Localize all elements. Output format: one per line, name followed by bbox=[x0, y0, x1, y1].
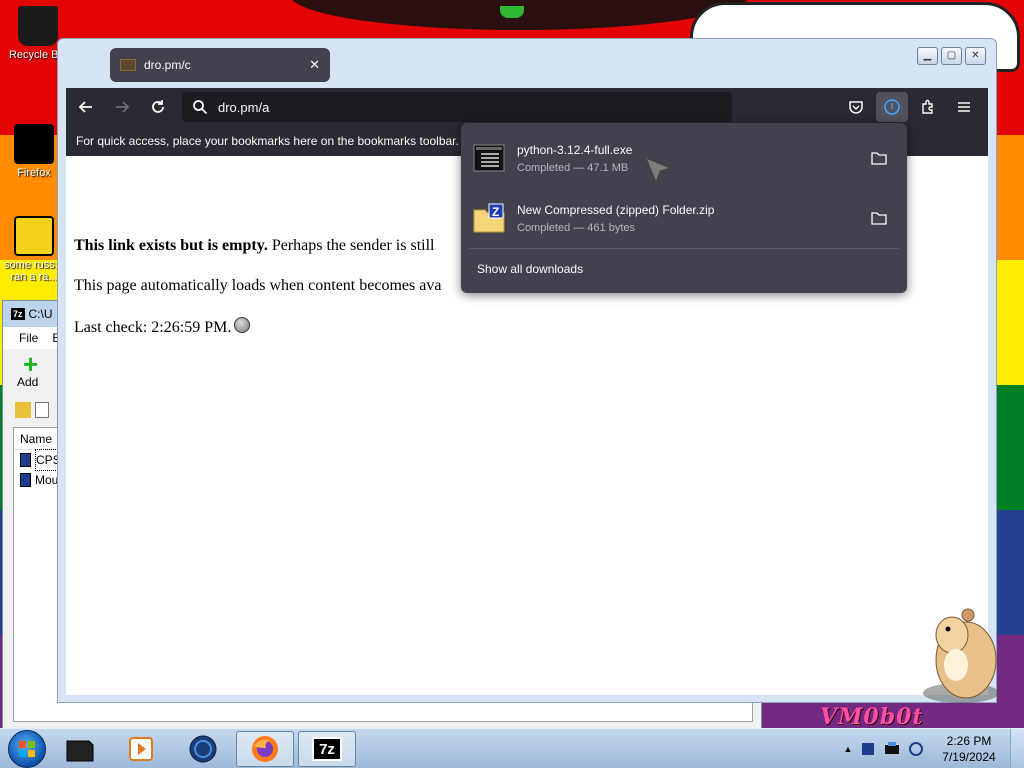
sevenzip-app-icon: 7z bbox=[11, 308, 25, 320]
taskbar-firefox[interactable] bbox=[236, 730, 294, 767]
panel-separator bbox=[469, 248, 899, 249]
url-bar[interactable]: dro.pm/a bbox=[182, 92, 732, 122]
hamburger-menu-icon bbox=[958, 102, 970, 112]
menu-button[interactable] bbox=[948, 92, 980, 122]
shortcut-file-icon bbox=[14, 216, 54, 256]
downloads-button[interactable] bbox=[876, 92, 908, 122]
toolbar-right bbox=[840, 92, 980, 122]
exe-file-icon bbox=[473, 144, 505, 172]
bookmarks-hint: For quick access, place your bookmarks h… bbox=[76, 134, 459, 148]
clock-date: 7/19/2024 bbox=[942, 749, 996, 764]
reload-button[interactable] bbox=[142, 91, 174, 123]
taskbar-media-player[interactable] bbox=[112, 731, 170, 767]
taskbar-terminal[interactable] bbox=[50, 731, 108, 767]
download-item[interactable]: Z New Compressed (zipped) Folder.zip Com… bbox=[469, 191, 899, 245]
search-icon bbox=[193, 100, 208, 115]
taskbar-7zip[interactable]: 7z bbox=[298, 730, 356, 767]
tab-close-icon[interactable]: ✕ bbox=[309, 57, 320, 73]
taskbar: 7z ▲ 2:26 PM 7/19/2024 bbox=[0, 728, 1024, 768]
loading-spinner-icon bbox=[234, 317, 251, 333]
back-button[interactable] bbox=[70, 91, 102, 123]
sevenzip-title: C:\U bbox=[28, 307, 53, 321]
close-window-button[interactable]: ✕ bbox=[965, 47, 986, 65]
puzzle-icon bbox=[922, 99, 933, 114]
globe-icon bbox=[189, 735, 217, 762]
download-status: Completed — 461 bytes bbox=[517, 221, 636, 234]
download-item[interactable]: python-3.12.4-full.exe Completed — 47.1 … bbox=[469, 131, 899, 185]
taskbar-clock[interactable]: 2:26 PM 7/19/2024 bbox=[928, 733, 1010, 765]
hamster-mascot-icon bbox=[923, 608, 999, 703]
open-folder-button[interactable] bbox=[865, 204, 893, 232]
zip-folder-icon: Z bbox=[473, 203, 505, 233]
downloads-progress-icon bbox=[884, 99, 900, 115]
open-folder-button[interactable] bbox=[865, 144, 893, 172]
action-center-icon[interactable] bbox=[859, 740, 877, 758]
firefox-icon bbox=[14, 124, 54, 164]
windows-logo-icon bbox=[19, 740, 35, 757]
system-tray: ▲ 2:26 PM 7/19/2024 bbox=[840, 728, 1024, 768]
page-line-last-check: Last check: 2:26:59 PM. bbox=[74, 317, 251, 337]
menu-file[interactable]: File bbox=[19, 331, 38, 345]
back-arrow-icon bbox=[78, 101, 92, 113]
add-plus-icon: + bbox=[23, 349, 39, 379]
folder-icon bbox=[871, 212, 887, 225]
forward-button[interactable] bbox=[106, 91, 138, 123]
last-check-text: Last check: 2:26:59 PM. bbox=[74, 319, 232, 336]
extensions-button[interactable] bbox=[912, 92, 944, 122]
file-icon bbox=[20, 473, 31, 487]
page-line-empty-link: This link exists but is empty. Perhaps t… bbox=[74, 237, 434, 255]
clock-time: 2:26 PM bbox=[946, 733, 992, 748]
media-player-icon bbox=[129, 736, 153, 761]
pocket-icon bbox=[849, 101, 863, 114]
file-icon bbox=[20, 453, 31, 467]
downloads-panel: python-3.12.4-full.exe Completed — 47.1 … bbox=[461, 123, 907, 293]
wallpaper-gem bbox=[500, 6, 524, 18]
folder-up-icon[interactable] bbox=[15, 402, 31, 418]
volume-icon[interactable] bbox=[907, 740, 925, 758]
svg-text:Z: Z bbox=[492, 205, 499, 219]
folder-icon bbox=[871, 152, 887, 165]
navigation-toolbar: dro.pm/a bbox=[66, 88, 988, 126]
empty-link-text: Perhaps the sender is still bbox=[267, 237, 435, 254]
download-filename: python-3.12.4-full.exe bbox=[517, 142, 633, 157]
maximize-button[interactable]: ▢ bbox=[941, 47, 962, 65]
download-status: Completed — 47.1 MB bbox=[517, 161, 629, 174]
show-all-downloads-button[interactable]: Show all downloads bbox=[477, 262, 583, 276]
url-text: dro.pm/a bbox=[218, 99, 270, 115]
window-caption-buttons: ▁ ▢ ✕ bbox=[917, 47, 986, 65]
recycle-bin-icon bbox=[18, 6, 58, 46]
tray-expand-icon[interactable]: ▲ bbox=[840, 744, 856, 754]
page-line-autoload: This page automatically loads when conte… bbox=[74, 277, 442, 294]
add-label: Add bbox=[17, 375, 39, 389]
start-button[interactable] bbox=[8, 729, 46, 768]
desktop-icon-label: Firefox bbox=[17, 167, 51, 179]
pocket-button[interactable] bbox=[840, 92, 872, 122]
network-icon[interactable] bbox=[883, 740, 901, 758]
empty-link-heading: This link exists but is empty. bbox=[74, 237, 268, 254]
forward-arrow-icon bbox=[116, 101, 130, 113]
sevenzip-icon: 7z bbox=[312, 736, 342, 761]
terminal-icon bbox=[66, 740, 94, 761]
taskbar-internet-explorer[interactable] bbox=[174, 731, 232, 767]
tab-favicon-icon bbox=[120, 59, 136, 71]
tab-title: dro.pm/c bbox=[144, 58, 191, 72]
show-desktop-button[interactable] bbox=[1010, 728, 1024, 768]
list-item-label: Mou bbox=[35, 473, 59, 487]
address-icon bbox=[35, 402, 49, 418]
desktop-icon-label: some russ... ran a ra... bbox=[4, 259, 64, 283]
firefox-icon bbox=[252, 735, 278, 762]
download-filename: New Compressed (zipped) Folder.zip bbox=[517, 202, 715, 217]
browser-tab[interactable]: dro.pm/c ✕ bbox=[110, 48, 330, 82]
vm-watermark: VM0b0t bbox=[820, 704, 924, 730]
reload-icon bbox=[152, 100, 164, 113]
mouse-cursor-icon bbox=[645, 157, 672, 184]
minimize-button[interactable]: ▁ bbox=[917, 47, 938, 65]
